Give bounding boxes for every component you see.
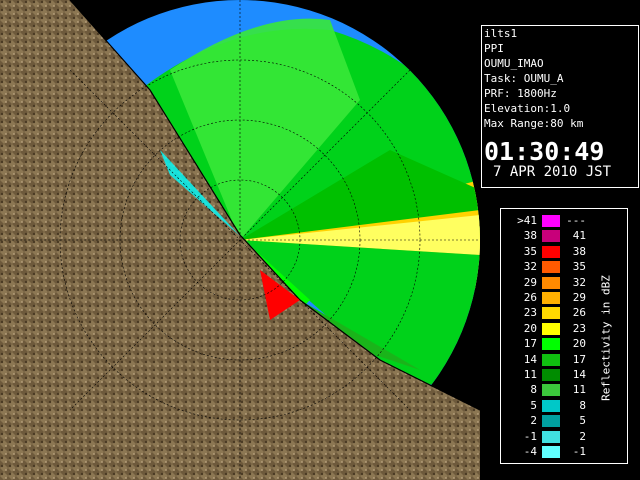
legend-right-label: 8 xyxy=(579,398,586,412)
scan-type: PPI xyxy=(484,42,504,55)
legend-color-swatch xyxy=(542,307,560,320)
legend-left-label: 38 xyxy=(523,229,537,243)
legend-right-label: 5 xyxy=(579,414,586,428)
legend-right-label: 14 xyxy=(572,368,586,381)
legend-color-swatch xyxy=(542,353,560,366)
legend-color-swatch xyxy=(542,369,560,381)
legend-right-label: -1 xyxy=(572,445,586,458)
legend-left-label: 20 xyxy=(523,321,537,335)
legend-right-label: 41 xyxy=(572,229,586,243)
legend-color-swatch xyxy=(542,245,560,258)
legend-color-swatch xyxy=(542,384,560,397)
scan-time: 01:30:49 xyxy=(484,137,605,166)
radar-ppi-map xyxy=(0,0,480,480)
legend-color-swatch xyxy=(542,292,560,304)
legend-left-label: 26 xyxy=(523,291,537,304)
legend-left-label: 14 xyxy=(523,352,537,366)
legend-right-label: 11 xyxy=(572,383,586,397)
task-label: Task: OUMU_A xyxy=(484,72,564,85)
legend-color-swatch xyxy=(542,399,560,412)
legend-color-swatch xyxy=(542,430,560,443)
legend-right-label: 29 xyxy=(572,291,586,304)
legend-left-label: 35 xyxy=(523,244,537,258)
legend-color-swatch xyxy=(542,446,560,458)
legend-left-label: 17 xyxy=(523,337,537,351)
legend-right-label: --- xyxy=(566,214,586,227)
legend-left-label: -4 xyxy=(523,445,537,458)
legend-right-label: 20 xyxy=(572,337,586,351)
legend-right-label: 32 xyxy=(572,275,586,289)
legend-right-label: 38 xyxy=(572,244,586,258)
legend-right-label: 23 xyxy=(572,321,586,335)
legend-left-label: -1 xyxy=(523,429,537,443)
legend-left-label: 29 xyxy=(523,275,537,289)
elevation-label: Elevation:1.0 xyxy=(484,102,571,115)
legend-left-label: 2 xyxy=(530,414,537,428)
legend-right-label: 2 xyxy=(579,429,586,443)
prf-label: PRF: 1800Hz xyxy=(484,87,557,100)
legend-left-label: 5 xyxy=(530,398,537,412)
legend-left-label: 23 xyxy=(523,306,537,320)
legend-color-swatch xyxy=(542,261,560,274)
legend-color-swatch xyxy=(542,338,560,351)
legend-left-label: >41 xyxy=(517,214,537,227)
site-name: ilts1 xyxy=(484,27,518,40)
legend-color-swatch xyxy=(542,215,560,227)
legend-left-label: 32 xyxy=(523,260,537,274)
legend-left-label: 11 xyxy=(523,368,537,381)
scan-date: 7 APR 2010 JST xyxy=(493,164,612,180)
max-range-label: Max Range:80 km xyxy=(484,117,584,130)
legend-color-swatch xyxy=(542,322,560,335)
legend-right-label: 26 xyxy=(572,306,586,320)
legend-right-label: 35 xyxy=(572,260,586,274)
legend-color-swatch xyxy=(542,415,560,428)
legend-color-swatch xyxy=(542,276,560,289)
legend-unit-label: Reflectivity in dBZ xyxy=(599,275,613,401)
legend-left-label: 8 xyxy=(530,383,537,397)
product-name: OUMU_IMAO xyxy=(484,57,544,70)
legend-right-label: 17 xyxy=(572,352,586,366)
legend-color-swatch xyxy=(542,230,560,243)
